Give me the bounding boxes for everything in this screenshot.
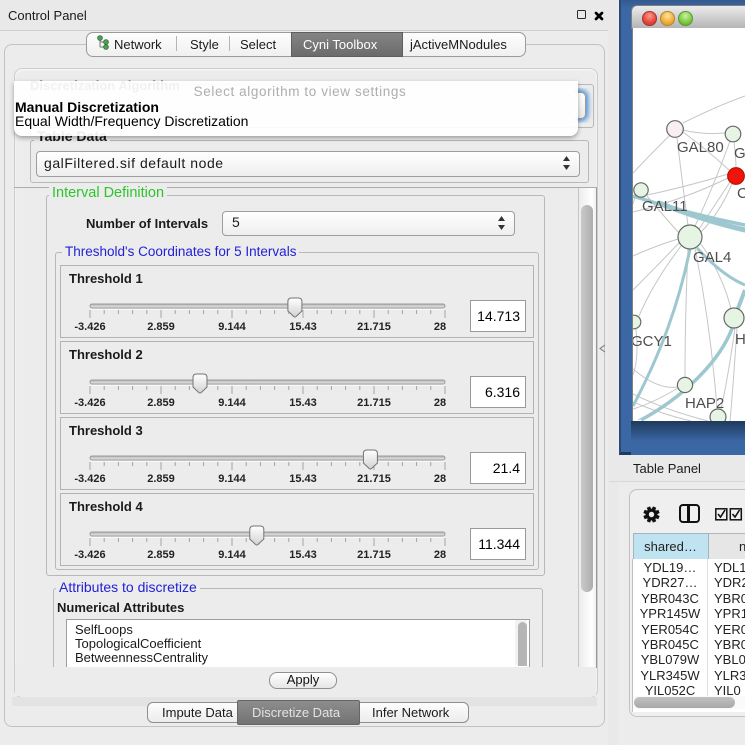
svg-text:9.144: 9.144 [218,397,246,409]
svg-text:HAP2: HAP2 [685,395,724,412]
svg-text:15.43: 15.43 [289,397,317,409]
svg-text:-3.426: -3.426 [74,397,105,409]
svg-text:2.859: 2.859 [147,397,175,409]
svg-text:9.144: 9.144 [218,473,246,485]
svg-text:21.715: 21.715 [357,397,391,409]
svg-text:28: 28 [434,397,446,409]
svg-text:28: 28 [434,473,446,485]
svg-text:15.43: 15.43 [289,549,317,561]
svg-text:21.715: 21.715 [357,321,391,333]
svg-text:9.144: 9.144 [218,549,246,561]
svg-text:28: 28 [434,321,446,333]
svg-text:15.43: 15.43 [289,321,317,333]
svg-text:GAL11: GAL11 [642,198,688,215]
svg-text:GAL4: GAL4 [693,249,731,266]
svg-text:21.715: 21.715 [357,473,391,485]
svg-text:-3.426: -3.426 [74,321,105,333]
svg-text:21.715: 21.715 [357,549,391,561]
svg-text:15.43: 15.43 [289,473,317,485]
svg-text:-3.426: -3.426 [74,549,105,561]
svg-text:2.859: 2.859 [147,549,175,561]
svg-text:28: 28 [434,549,446,561]
svg-text:GCY1: GCY1 [633,333,672,350]
svg-text:H: H [735,331,745,348]
svg-text:C: C [737,185,745,202]
svg-text:-3.426: -3.426 [74,473,105,485]
svg-text:GAL80: GAL80 [677,139,724,156]
svg-text:2.859: 2.859 [147,473,175,485]
svg-text:2.859: 2.859 [147,321,175,333]
svg-text:9.144: 9.144 [218,321,246,333]
svg-text:GA: GA [734,145,745,162]
